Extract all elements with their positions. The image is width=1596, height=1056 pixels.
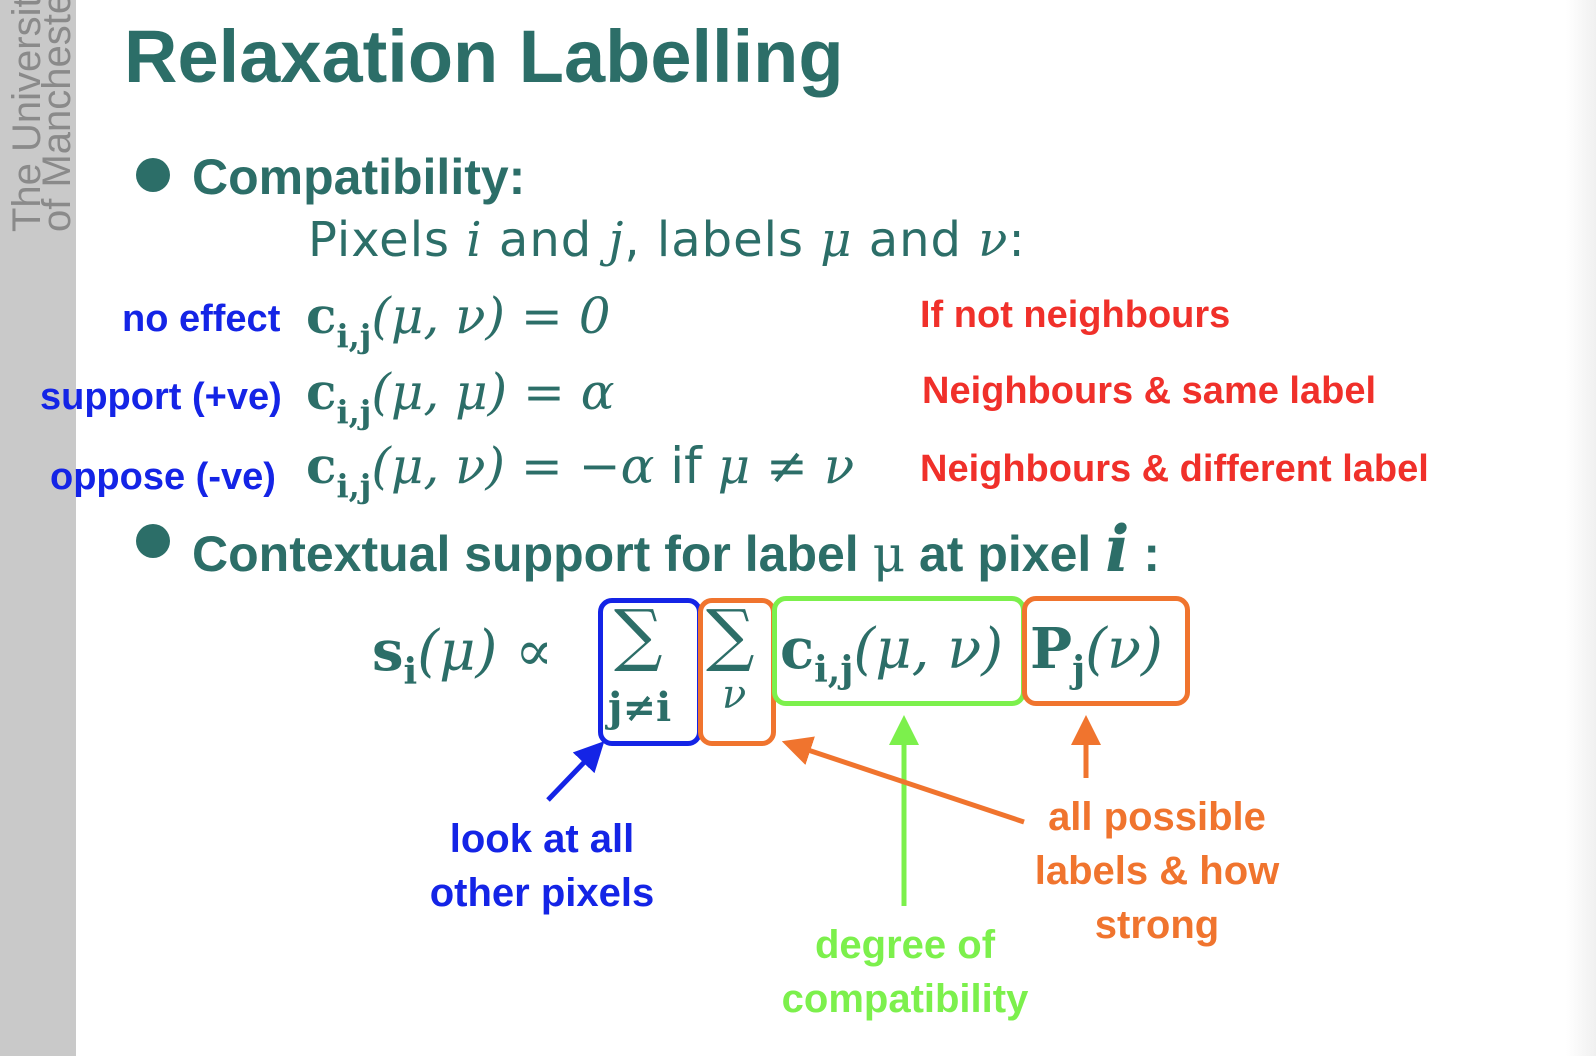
arrow-blue <box>546 741 605 802</box>
note-degree-of-compatibility: degree of compatibility <box>781 923 1029 1021</box>
note-look-at-pixels: look at all other pixels <box>429 817 655 915</box>
note-all-possible-labels: all possible labels & how strong <box>1034 795 1280 947</box>
annotation-arrows <box>546 715 1101 906</box>
arrow-orange-sum <box>781 736 1025 825</box>
